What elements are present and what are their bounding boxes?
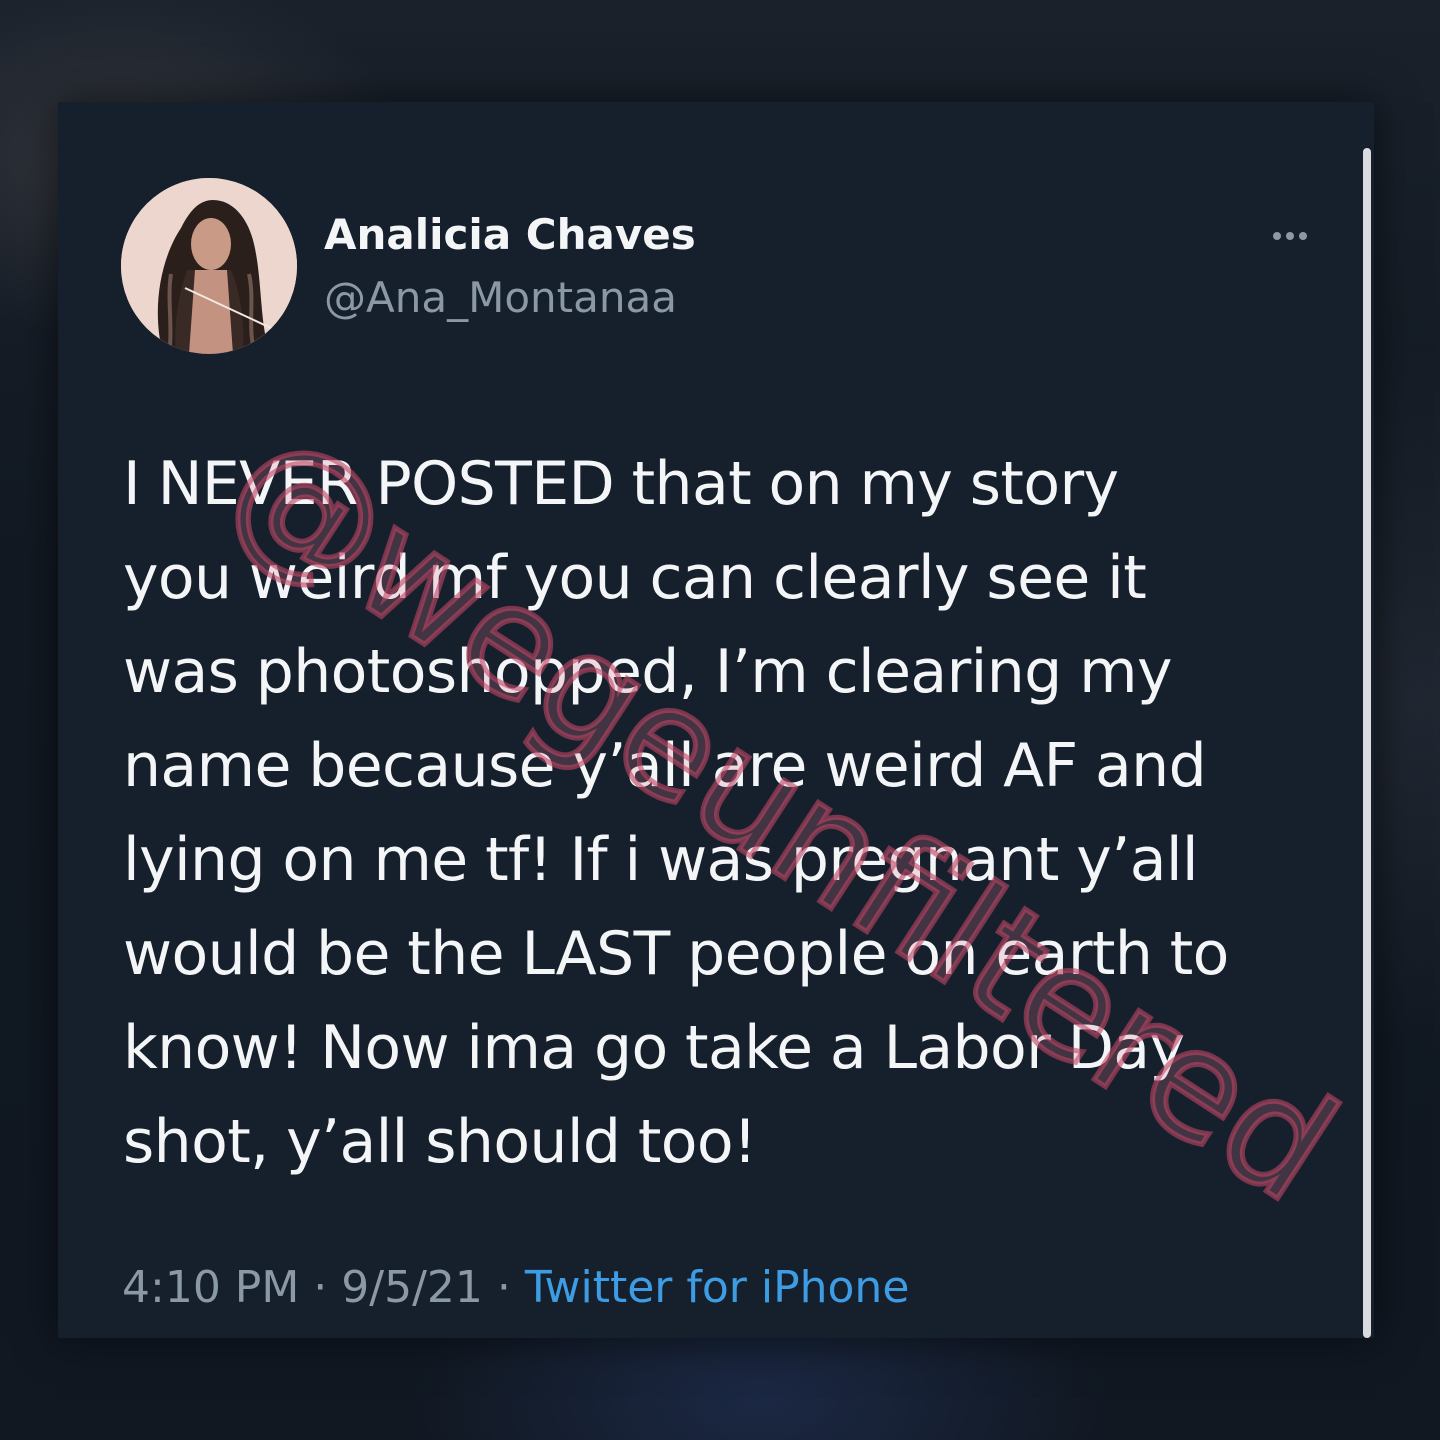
profile-photo-icon — [121, 178, 297, 354]
tweet-text-line: name because y’all are weird AF and — [123, 731, 1207, 801]
more-options-icon — [1299, 232, 1307, 240]
tweet-time[interactable]: 4:10 PM — [122, 1262, 299, 1313]
author-handle[interactable]: @Ana_Montanaa — [324, 270, 677, 326]
tweet-text-line: would be the LAST people on earth to — [123, 919, 1229, 989]
author-display-name[interactable]: Analicia Chaves — [324, 207, 696, 263]
scrollbar[interactable] — [1363, 148, 1371, 1338]
avatar[interactable] — [121, 178, 297, 354]
tweet-text: I NEVER POSTED that on my story you weir… — [123, 437, 1338, 1189]
tweet-meta: 4:10 PM · 9/5/21 · Twitter for iPhone — [122, 1258, 909, 1318]
tweet-date[interactable]: 9/5/21 — [341, 1262, 483, 1313]
tweet-text-line: I NEVER POSTED that on my story — [123, 449, 1119, 519]
tweet-source-link[interactable]: Twitter for iPhone — [525, 1262, 909, 1313]
tweet-text-line: you weird mf you can clearly see it — [123, 543, 1147, 613]
tweet-text-line: lying on me tf! If i was pregnant y’all — [123, 825, 1199, 895]
tweet-text-line: was photoshopped, I’m clearing my — [123, 637, 1172, 707]
tweet-text-line: know! Now ima go take a Labor Day — [123, 1013, 1185, 1083]
meta-separator: · — [313, 1262, 328, 1313]
more-options-button[interactable] — [1262, 216, 1318, 256]
meta-separator: · — [496, 1262, 511, 1313]
tweet-text-line: shot, y’all should too! — [123, 1107, 757, 1177]
more-options-icon — [1273, 232, 1281, 240]
more-options-icon — [1286, 232, 1294, 240]
